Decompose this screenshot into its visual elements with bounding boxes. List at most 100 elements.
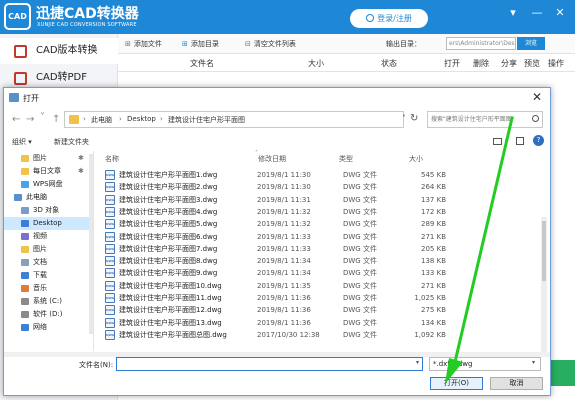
file-date: 2019/8/1 11:34 [257,269,311,278]
nav-item-label: 图片 [33,245,47,253]
nav-item[interactable]: 软件 (D:) [4,308,93,321]
add-dir-button[interactable]: ⊞ 添加目录 [182,39,219,49]
login-button[interactable]: 登录/注册 [350,9,428,28]
sidebar-item-cad-version[interactable]: CAD版本转换 [0,38,118,64]
file-type: DWG 文件 [343,195,377,204]
file-size: 134 KB [421,318,446,327]
file-type: DWG 文件 [343,244,377,253]
nav-item[interactable]: 文档 [4,256,93,269]
clear-list-button[interactable]: ⊟ 清空文件列表 [245,39,296,49]
nav-item-label: 视频 [33,232,47,240]
recent-locations-icon[interactable]: ˅ [40,112,45,123]
file-type: DWG 文件 [343,257,377,266]
folder-icon [69,115,79,124]
clear-list-label: 清空文件列表 [253,40,296,48]
header-date[interactable]: 修改日期 [258,154,286,164]
filename-label: 文件名(N): [79,361,114,369]
dwg-file-icon: DWG [105,170,115,180]
file-list-scrollbar[interactable] [541,217,547,353]
organize-button[interactable]: 组织 ▾ [12,137,32,147]
navigation-scrollbar[interactable] [89,154,93,334]
nav-item[interactable]: 此电脑 [4,191,93,204]
search-input[interactable]: 搜索"建筑设计住宅户形平面图" [427,111,543,128]
file-row[interactable]: DWG 建筑设计住宅户形平面图10.dwg 2019/8/1 11:35 DWG 文件… [103,280,448,292]
desktop-icon [21,220,29,227]
filename-dropdown-icon[interactable]: ▾ [416,359,419,366]
dwg-file-icon: DWG [105,243,115,254]
file-name: 建筑设计住宅户形平面图7.dwg [119,244,218,253]
pin-icon[interactable]: ✱ [78,152,84,165]
breadcrumb-separator: › [119,115,122,123]
file-name: 建筑设计住宅户形平面图6.dwg [119,232,218,241]
file-date: 2019/8/1 11:33 [257,244,311,253]
breadcrumb-desktop[interactable]: Desktop [127,115,156,123]
output-dir-field[interactable]: ers\Administrator\Desktop [446,37,516,50]
view-icon[interactable] [493,138,502,145]
add-file-button[interactable]: ⊞ 添加文件 [125,39,162,49]
view-dropdown-icon[interactable]: ▾ [505,137,508,144]
refresh-icon[interactable]: ↻ [410,113,418,124]
app-close-icon[interactable]: ✕ [552,6,568,19]
preview-pane-icon[interactable] [516,137,524,145]
breadcrumb-folder[interactable]: 建筑设计住宅户形平面图 [168,115,245,125]
nav-item[interactable]: 视频 [4,230,93,243]
file-row[interactable]: DWG 建筑设计住宅户形平面图7.dwg 2019/8/1 11:33 DWG 文件 2… [103,243,448,255]
pdf-icon [14,72,27,85]
menu-dropdown-icon[interactable]: ▾ [505,6,521,19]
open-button[interactable]: 打开(O) [430,377,483,390]
filter-dropdown-icon[interactable]: ▾ [532,359,535,366]
file-row[interactable]: DWG 建筑设计住宅户形平面图11.dwg 2019/8/1 11:36 DWG 文件… [103,292,448,304]
file-date: 2019/8/1 11:34 [257,257,311,266]
nav-item[interactable]: 图片 ✱ [4,152,93,165]
nav-item[interactable]: 每日文章 ✱ [4,165,93,178]
address-dropdown-icon[interactable]: ˅ [402,114,406,123]
file-row[interactable]: DWG 建筑设计住宅户形平面图8.dwg 2019/8/1 11:34 DWG 文件 1… [103,255,448,267]
file-row[interactable]: DWG 建筑设计住宅户形平面图9.dwg 2019/8/1 11:34 DWG 文件 1… [103,267,448,279]
file-row[interactable]: DWG 建筑设计住宅户形平面图3.dwg 2019/8/1 11:31 DWG 文件 1… [103,194,448,206]
header-type[interactable]: 类型 [339,154,353,164]
forward-arrow-icon[interactable]: → [26,114,34,125]
file-size: 205 KB [421,244,446,253]
header-name[interactable]: 名称 [105,154,119,164]
browse-button[interactable]: 浏览 [517,37,545,50]
nav-item[interactable]: 网络 [4,321,93,334]
file-row[interactable]: DWG 建筑设计住宅户形平面图1.dwg 2019/8/1 11:30 DWG 文件 5… [103,169,448,181]
nav-item[interactable]: WPS网盘 [4,178,93,191]
new-folder-button[interactable]: 新建文件夹 [54,137,89,147]
file-row[interactable]: DWG 建筑设计住宅户形平面图5.dwg 2019/8/1 11:32 DWG 文件 2… [103,218,448,230]
minimize-icon[interactable]: — [529,6,545,19]
breadcrumb-this-pc[interactable]: 此电脑 [91,115,112,125]
pin-icon[interactable]: ✱ [78,165,84,178]
back-arrow-icon[interactable]: ← [12,114,20,125]
file-date: 2019/8/1 11:31 [257,195,311,204]
nav-item-label: 系统 (C:) [33,297,62,305]
dialog-close-icon[interactable]: ✕ [532,90,542,104]
add-dir-label: 添加目录 [190,40,219,48]
file-row[interactable]: DWG 建筑设计住宅户形平面图2.dwg 2019/8/1 11:30 DWG 文件 2… [103,181,448,193]
app-file-table-header: 文件名 大小 状态 打开 删除 分享 预览 操作 [118,54,575,72]
filename-input[interactable] [116,357,423,371]
file-size: 275 KB [421,306,446,315]
file-row[interactable]: DWG 建筑设计住宅户形平面图12.dwg 2019/8/1 11:36 DWG 文件… [103,304,448,316]
file-row[interactable]: DWG 建筑设计住宅户形平面图6.dwg 2019/8/1 11:33 DWG 文件 2… [103,231,448,243]
address-bar[interactable]: › 此电脑 › Desktop › 建筑设计住宅户形平面图 [64,111,404,128]
nav-item[interactable]: 系统 (C:) [4,295,93,308]
cancel-button[interactable]: 取消 [490,377,543,390]
file-type: DWG 文件 [343,220,377,229]
file-type-filter[interactable]: *.dxf;*.dwg [429,357,541,371]
col-delete: 删除 [473,59,489,68]
file-date: 2019/8/1 11:36 [257,294,311,302]
nav-item[interactable]: 3D 对象 [4,204,93,217]
help-icon[interactable]: ? [533,135,544,146]
file-row[interactable]: DWG 建筑设计住宅户形平面图总图.dwg 2017/10/30 12:38 DWG … [103,329,448,341]
scrollbar-thumb[interactable] [542,221,546,281]
file-row[interactable]: DWG 建筑设计住宅户形平面图4.dwg 2019/8/1 11:32 DWG 文件 1… [103,206,448,218]
header-size[interactable]: 大小 [409,154,423,164]
nav-item[interactable]: 音乐 [4,282,93,295]
up-arrow-icon[interactable]: ↑ [52,114,60,125]
nav-item[interactable]: 图片 [4,243,93,256]
nav-item[interactable]: 下载 [4,269,93,282]
nav-item[interactable]: Desktop [4,217,93,230]
file-date: 2019/8/1 11:33 [257,232,311,241]
file-row[interactable]: DWG 建筑设计住宅户形平面图13.dwg 2019/8/1 11:36 DWG 文件… [103,317,448,329]
